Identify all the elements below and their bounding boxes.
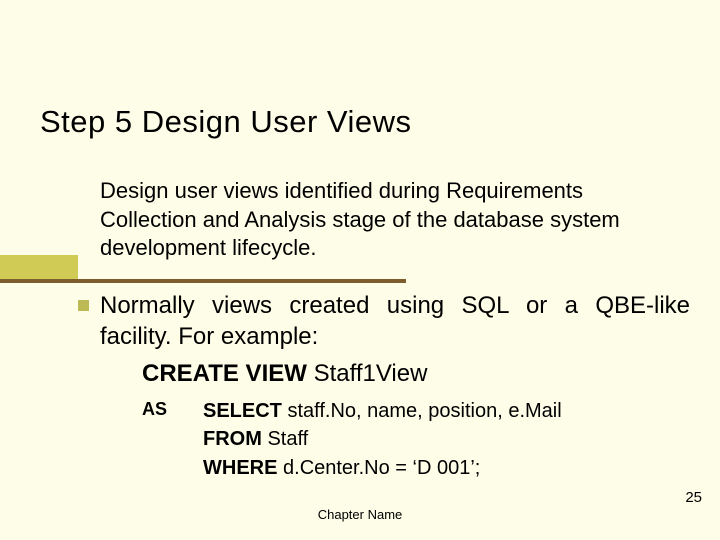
accent-underline bbox=[78, 279, 406, 283]
sql-block: SELECT staff.No, name, position, e.Mail … bbox=[203, 397, 562, 482]
where-keyword: WHERE bbox=[203, 457, 277, 479]
sql-select: SELECT staff.No, name, position, e.Mail bbox=[203, 397, 562, 425]
sql-where: WHERE d.Center.No = ‘D 001’; bbox=[203, 454, 562, 482]
where-condition: d.Center.No = ‘D 001’; bbox=[277, 457, 480, 479]
create-keyword: CREATE VIEW bbox=[142, 360, 307, 387]
intro-text: Design user views identified during Requ… bbox=[100, 177, 680, 263]
view-name: Staff1View bbox=[307, 360, 428, 387]
select-columns: staff.No, name, position, e.Mail bbox=[282, 400, 562, 422]
body-text: Normally views created using SQL or a QB… bbox=[100, 291, 690, 352]
bullet-icon bbox=[78, 300, 89, 311]
from-table: Staff bbox=[262, 428, 308, 450]
accent-bar bbox=[0, 255, 78, 283]
slide-title: Step 5 Design User Views bbox=[40, 104, 412, 140]
from-keyword: FROM bbox=[203, 428, 262, 450]
create-view-line: CREATE VIEW Staff1View bbox=[142, 360, 427, 388]
sql-from: FROM Staff bbox=[203, 425, 562, 453]
page-number: 25 bbox=[685, 489, 702, 506]
select-keyword: SELECT bbox=[203, 400, 282, 422]
as-keyword: AS bbox=[142, 399, 167, 420]
footer-text: Chapter Name bbox=[0, 507, 720, 522]
